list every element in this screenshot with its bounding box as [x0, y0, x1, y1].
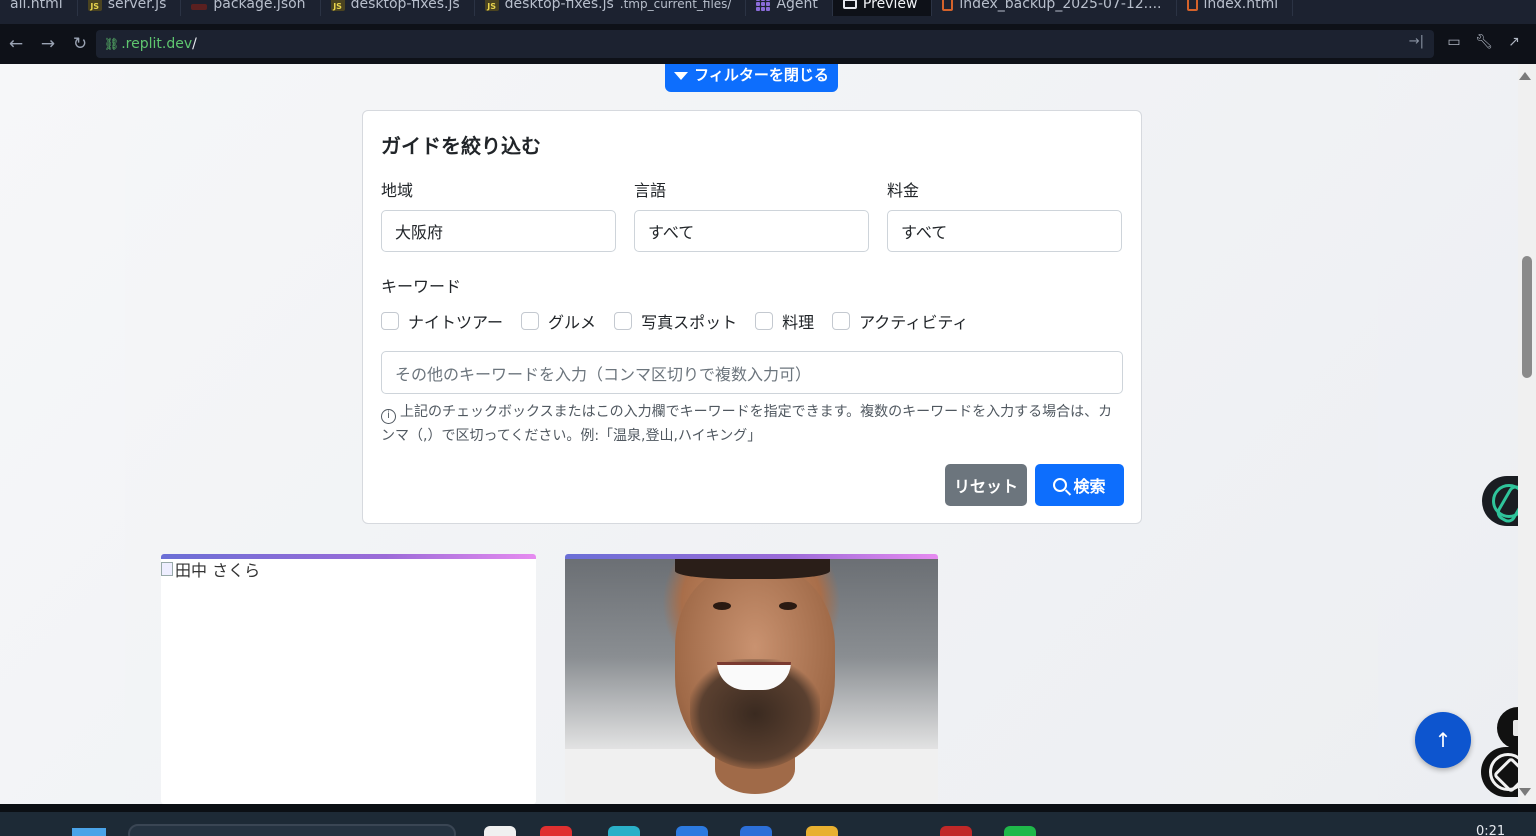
taskbar-search[interactable]: [128, 824, 456, 836]
agent-icon: [756, 0, 771, 11]
tab-preview[interactable]: Preview: [832, 0, 933, 16]
scroll-down-arrow-icon[interactable]: [1519, 788, 1531, 796]
close-filter-button[interactable]: フィルターを閉じる: [665, 64, 838, 92]
photo-eye: [713, 602, 731, 610]
arrow-up-icon: ↑: [1434, 728, 1452, 752]
search-icon: [1053, 478, 1068, 492]
taskbar-app-icon[interactable]: [540, 826, 572, 836]
price-label: 料金: [887, 181, 920, 200]
taskbar-clock: 0:21: [1476, 824, 1506, 836]
region-label: 地域: [381, 181, 414, 200]
reload-icon[interactable]: ↻: [64, 28, 96, 60]
reset-button[interactable]: リセット: [945, 464, 1027, 506]
price-select[interactable]: すべて: [887, 210, 1122, 252]
guide-photo: [565, 559, 938, 804]
tab-desktop-fixes-tmp[interactable]: JS desktop-fixes.js .tmp_current_files/: [475, 0, 747, 16]
guide-card[interactable]: [565, 554, 938, 804]
checkbox[interactable]: [381, 312, 399, 330]
checkbox[interactable]: [755, 312, 774, 330]
tab-agent[interactable]: Agent: [746, 0, 833, 16]
monitor-icon: [842, 0, 857, 9]
js-file-icon: JS: [87, 0, 102, 11]
filter-icon: [674, 72, 689, 80]
keyword-activity[interactable]: アクティビティ: [832, 309, 968, 333]
back-arrow-icon[interactable]: ←: [0, 28, 32, 60]
forward-arrow-icon[interactable]: →: [32, 28, 64, 60]
windows-start-icon[interactable]: [72, 828, 106, 836]
checkbox[interactable]: [521, 312, 540, 330]
keyword-cooking[interactable]: 料理: [755, 309, 814, 333]
taskbar-app-icon[interactable]: [676, 826, 708, 836]
taskbar-app-icon[interactable]: [806, 826, 838, 836]
filter-panel: ガイドを絞り込む 地域 大阪府 言語 すべて 料金 すべて キーワード ナイトツ…: [362, 110, 1142, 524]
keyword-checkboxes: ナイトツアー グルメ 写真スポット 料理 アクティビティ: [381, 309, 986, 333]
address-bar: ← → ↻ ⛓ .replit.dev / →| ▭ 🔧︎ ↗: [0, 24, 1536, 64]
devices-icon[interactable]: ▭: [1444, 32, 1464, 52]
tab-desktop-fixes-js[interactable]: JS desktop-fixes.js: [321, 0, 475, 16]
keyword-label: キーワード: [381, 277, 462, 296]
keyword-help-text: i 上記のチェックボックスまたはこの入力欄でキーワードを指定できます。複数のキーワ…: [381, 404, 1113, 444]
link-icon: ⛓: [104, 37, 120, 51]
photo-eye: [779, 602, 797, 610]
html-file-icon: [1186, 0, 1198, 11]
filter-title: ガイドを絞り込む: [381, 134, 541, 158]
guide-photo-broken: 田中 さくら: [161, 557, 260, 581]
vertical-scrollbar[interactable]: [1518, 64, 1536, 804]
guide-card[interactable]: 田中 さくら: [161, 554, 536, 804]
html-file-icon: [942, 0, 954, 11]
scrollbar-thumb[interactable]: [1522, 256, 1532, 378]
broken-image-icon: [161, 562, 173, 576]
url-path: /: [192, 36, 197, 52]
language-label: 言語: [634, 181, 667, 200]
photo-hair: [675, 559, 830, 579]
taskbar-app-icon[interactable]: [940, 826, 972, 836]
scroll-up-arrow-icon[interactable]: [1519, 72, 1531, 80]
taskbar-border: [0, 804, 1536, 812]
wrench-icon[interactable]: 🔧︎: [1474, 32, 1494, 52]
keyword-photo-spot[interactable]: 写真スポット: [614, 309, 737, 333]
tab-ail-html[interactable]: ail.html: [0, 0, 78, 16]
taskbar-app-icon[interactable]: [1004, 826, 1036, 836]
preview-viewport: フィルターを閉じる ガイドを絞り込む 地域 大阪府 言語 すべて 料金 すべて …: [0, 64, 1536, 804]
checkbox[interactable]: [832, 312, 851, 330]
json-file-icon: [191, 4, 208, 10]
info-icon: i: [381, 408, 396, 424]
address-bar-actions: ▭ 🔧︎ ↗: [1444, 32, 1524, 52]
external-link-icon[interactable]: ↗: [1504, 32, 1524, 52]
search-button[interactable]: 検索: [1035, 464, 1124, 506]
url-host: .replit.dev: [121, 36, 193, 52]
js-file-icon: JS: [484, 0, 499, 11]
url-field[interactable]: ⛓ .replit.dev / →|: [96, 30, 1434, 58]
keyword-input[interactable]: その他のキーワードを入力（コンマ区切りで複数入力可）: [381, 351, 1123, 394]
tab-index-html[interactable]: index.html: [1177, 0, 1294, 16]
keyword-night-tour[interactable]: ナイトツアー: [381, 309, 503, 333]
js-file-icon: JS: [330, 0, 345, 11]
scroll-to-top-button[interactable]: ↑: [1415, 712, 1471, 768]
go-arrow-icon[interactable]: →|: [1409, 34, 1424, 49]
region-select[interactable]: 大阪府: [381, 210, 616, 252]
taskbar-app-icon[interactable]: [608, 826, 640, 836]
os-taskbar: 0:21: [0, 804, 1536, 836]
taskbar-app-icon[interactable]: [484, 826, 516, 836]
tab-index-backup[interactable]: index_backup_2025-07-12....: [932, 0, 1177, 16]
taskbar-app-icon[interactable]: [740, 826, 772, 836]
tab-server-js[interactable]: JS server.js: [78, 0, 182, 16]
tab-package-json[interactable]: package.json: [181, 0, 321, 16]
checkbox[interactable]: [614, 312, 633, 330]
keyword-gourmet[interactable]: グルメ: [521, 309, 596, 333]
editor-tab-bar: ail.html JS server.js package.json JS desk…: [0, 0, 1536, 24]
language-select[interactable]: すべて: [634, 210, 869, 252]
